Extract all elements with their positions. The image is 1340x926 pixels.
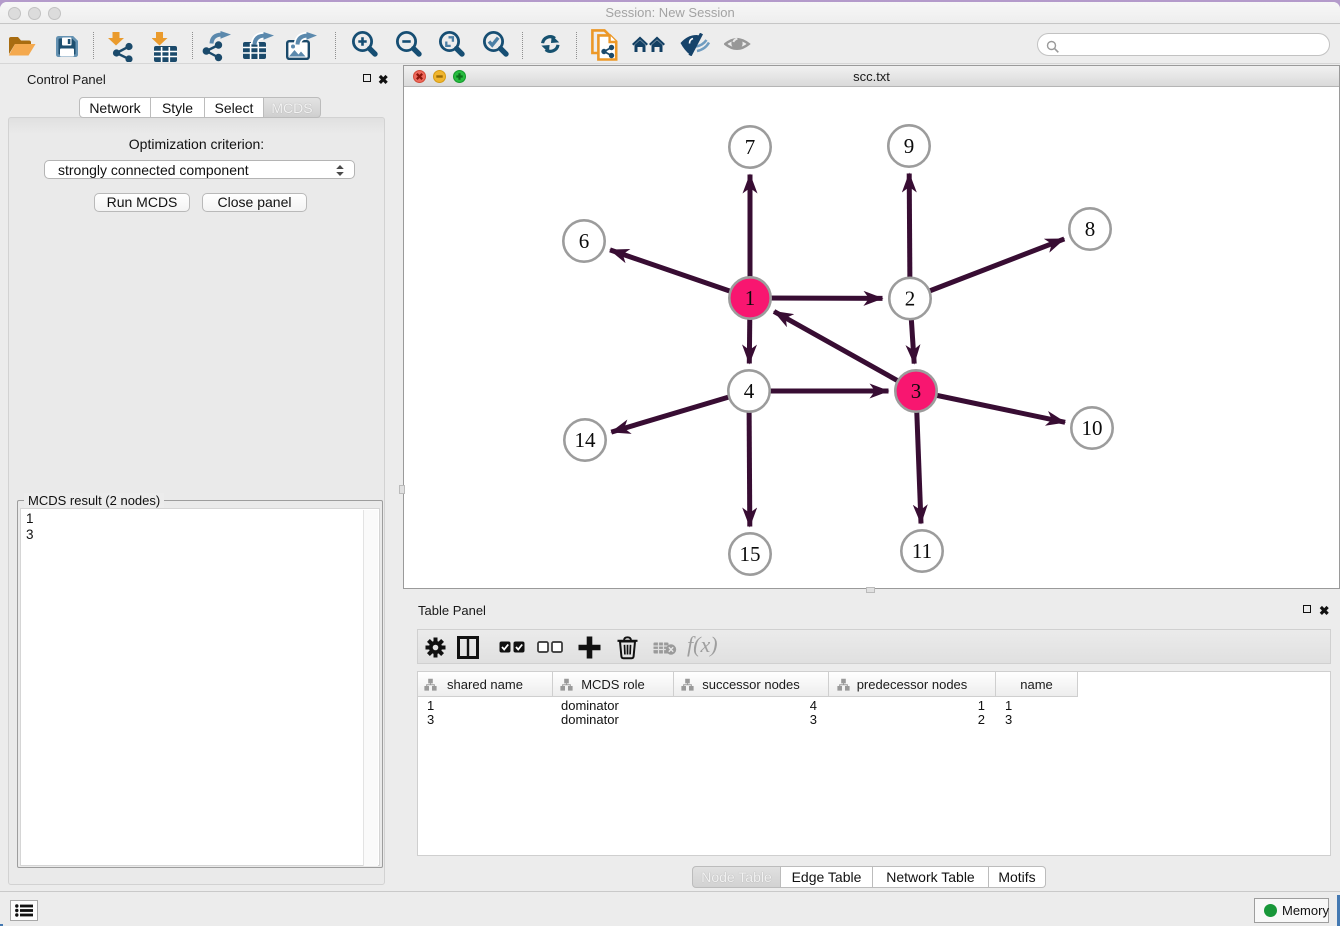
svg-text:4: 4 <box>744 379 755 403</box>
svg-text:15: 15 <box>740 542 761 566</box>
svg-text:9: 9 <box>904 134 915 158</box>
svg-text:14: 14 <box>575 428 597 452</box>
svg-text:10: 10 <box>1082 416 1103 440</box>
svg-text:2: 2 <box>905 287 916 311</box>
svg-text:8: 8 <box>1085 217 1096 241</box>
svg-text:11: 11 <box>912 539 932 563</box>
svg-text:6: 6 <box>579 229 590 253</box>
svg-text:1: 1 <box>745 286 756 310</box>
svg-text:7: 7 <box>745 135 756 159</box>
svg-text:3: 3 <box>911 379 922 403</box>
